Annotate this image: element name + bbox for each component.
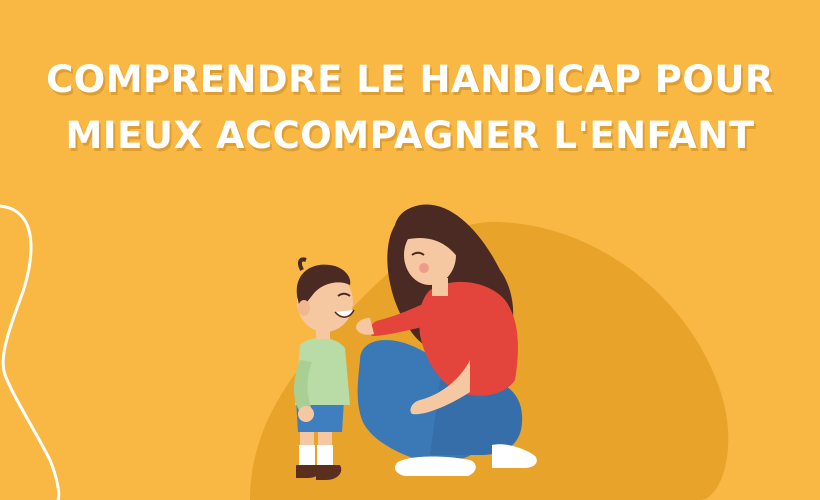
decorative-line: [0, 204, 61, 500]
illustration-scene: [0, 204, 729, 500]
